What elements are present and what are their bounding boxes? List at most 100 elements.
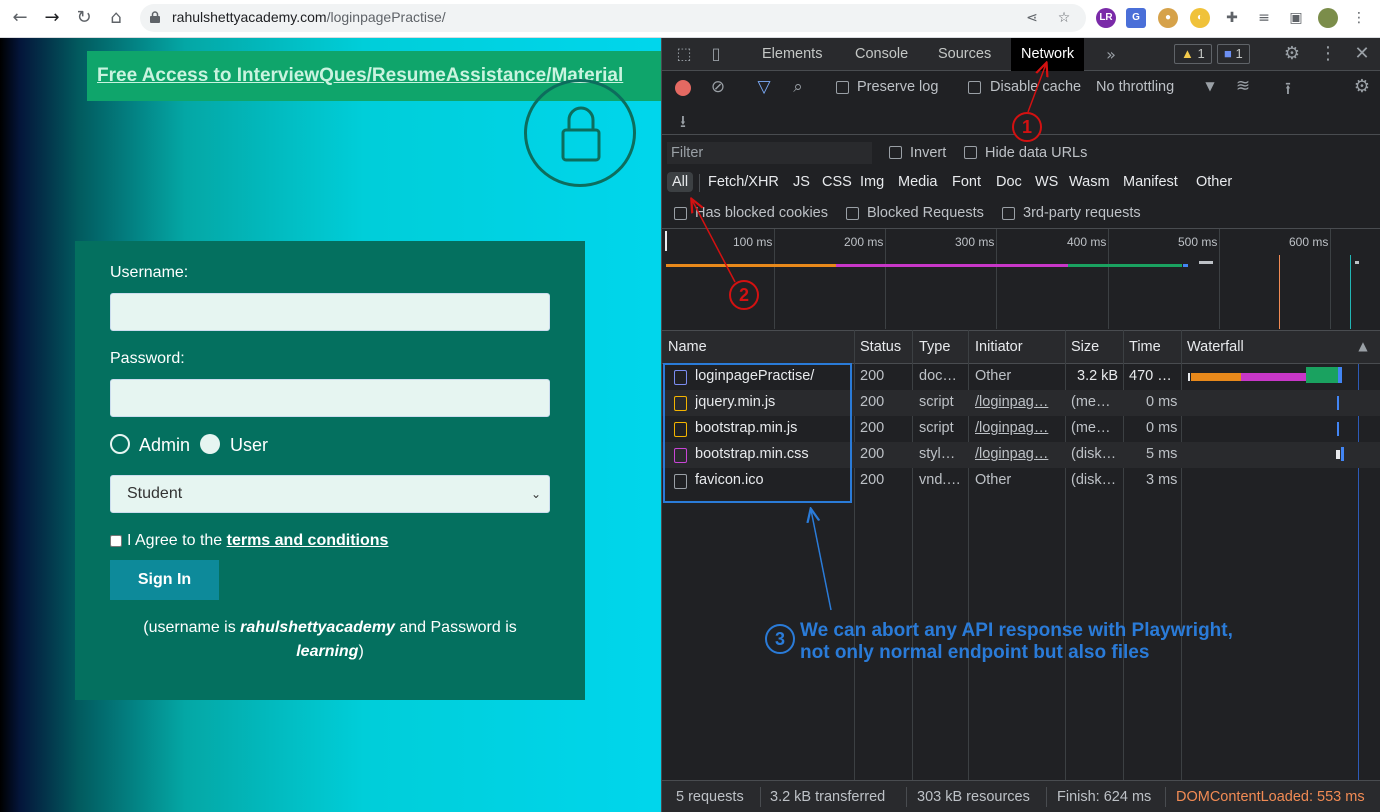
terms-link[interactable]: terms and conditions [227,532,389,549]
menu-kebab-icon[interactable]: ⋮ [1350,9,1368,27]
blocked-cookies-checkbox[interactable] [674,207,687,220]
profile-avatar[interactable] [1318,8,1338,28]
blocked-requests-checkbox[interactable] [846,207,859,220]
requests-table-header: Name Status Type Initiator Size Time Wat… [662,330,1380,364]
radio-user[interactable] [200,434,220,454]
filter-img[interactable]: Img [860,174,884,190]
filter-fetch-xhr[interactable]: Fetch/XHR [708,174,779,190]
extension-icon[interactable]: ◐ [1190,8,1210,28]
clear-icon[interactable]: ⊘ [708,77,728,97]
status-divider [1165,787,1166,807]
inspect-element-icon[interactable]: ⬚ [674,44,694,63]
hide-data-urls-checkbox[interactable] [964,146,977,159]
waterfall-bar [1188,373,1190,381]
disable-cache-checkbox[interactable] [968,81,981,94]
filter-input[interactable]: Filter [667,142,872,164]
timeline-overview[interactable]: 100 ms 200 ms 300 ms 400 ms 500 ms 600 m… [662,228,1380,330]
password-label: Password: [110,350,185,367]
more-tabs-icon[interactable]: » [1102,45,1120,64]
record-icon[interactable] [675,80,691,96]
throttling-dropdown-icon[interactable]: ▼ [1203,79,1217,93]
step-3-marker: 3 [765,624,795,654]
table-row[interactable]: bootstrap.min.css 200 styl… /loginpag… (… [662,442,1380,468]
network-settings-icon[interactable]: ⚙ [1352,76,1372,97]
col-waterfall[interactable]: Waterfall [1187,339,1244,355]
side-panel-icon[interactable]: ▣ [1287,9,1305,27]
warnings-badge[interactable]: ▲ 1 [1174,44,1212,64]
request-initiator[interactable]: /loginpag… [975,394,1061,410]
device-toolbar-icon[interactable]: ▯ [706,44,726,63]
role-select[interactable]: Student ⌄ [110,475,550,513]
filter-js[interactable]: JS [793,174,810,190]
request-initiator[interactable]: /loginpag… [975,446,1061,462]
messages-badge[interactable]: ■ 1 [1217,44,1250,64]
address-bar[interactable]: rahulshettyacademy.com/loginpagePractise… [140,4,1086,32]
network-status-bar: 5 requests 3.2 kB transferred 303 kB res… [662,780,1380,812]
filter-media[interactable]: Media [898,174,938,190]
filter-css[interactable]: CSS [822,174,852,190]
tab-console[interactable]: Console [845,38,918,71]
forward-icon[interactable]: → [42,8,62,28]
status-divider [906,787,907,807]
request-name: loginpagePractise/ [695,368,815,384]
table-row[interactable]: bootstrap.min.js 200 script /loginpag… (… [662,416,1380,442]
request-type: script [919,420,954,436]
col-type[interactable]: Type [919,339,950,355]
close-icon[interactable]: ✕ [1352,43,1372,64]
filter-manifest[interactable]: Manifest [1123,174,1178,190]
filter-doc[interactable]: Doc [996,174,1022,190]
tick-100ms: 100 ms [733,235,773,249]
devtools-menu-icon[interactable]: ⋮ [1318,43,1338,64]
media-queue-icon[interactable]: ≡ [1255,9,1273,27]
warning-icon: ▲ [1181,46,1194,61]
waterfall-bar [1306,367,1338,383]
puzzle-icon[interactable]: ✚ [1223,9,1241,27]
username-input[interactable] [110,293,550,331]
reload-icon[interactable]: ↻ [74,8,94,28]
filter-font[interactable]: Font [952,174,981,190]
extension-lr-icon[interactable]: LR [1096,8,1116,28]
preserve-log-checkbox[interactable] [836,81,849,94]
chevron-down-icon: ⌄ [530,487,541,501]
tick-600ms: 600 ms [1289,235,1329,249]
filter-ws[interactable]: WS [1035,174,1058,190]
table-row[interactable]: jquery.min.js 200 script /loginpag… (me…… [662,390,1380,416]
col-initiator[interactable]: Initiator [975,339,1023,355]
table-row[interactable]: loginpagePractise/ 200 doc… Other 3.2 kB… [662,364,1380,390]
search-icon[interactable]: ⌕ [788,77,808,97]
col-status[interactable]: Status [860,339,901,355]
throttling-select[interactable]: No throttling [1096,79,1174,95]
filter-icon[interactable]: ▽ [754,77,774,97]
request-initiator[interactable]: /loginpag… [975,420,1061,436]
network-conditions-icon[interactable]: ≋ [1232,76,1254,96]
settings-gear-icon[interactable]: ⚙ [1282,43,1302,64]
google-translate-icon[interactable]: G [1126,8,1146,28]
third-party-checkbox[interactable] [1002,207,1015,220]
tab-sources[interactable]: Sources [928,38,1001,71]
home-icon[interactable]: ⌂ [106,8,126,28]
radio-admin[interactable] [110,434,130,454]
import-har-icon[interactable]: ⭱ [1278,76,1298,105]
filter-all[interactable]: All [667,172,694,192]
devtools-panel: ⬚ ▯ Elements Console Sources Network » ▲… [661,38,1380,812]
request-type: styl… [919,446,956,462]
col-time[interactable]: Time [1129,339,1161,355]
col-size[interactable]: Size [1071,339,1099,355]
invert-checkbox[interactable] [889,146,902,159]
sort-up-icon[interactable]: ▲ [1356,339,1370,353]
bookmark-star-icon[interactable]: ☆ [1055,9,1073,27]
back-icon[interactable]: ← [10,8,30,28]
export-har-icon[interactable]: ⭳ [673,109,693,138]
status-resources: 303 kB resources [917,789,1030,805]
filter-other[interactable]: Other [1196,174,1232,190]
password-input[interactable] [110,379,550,417]
tab-network[interactable]: Network [1011,38,1085,71]
col-name[interactable]: Name [668,339,707,355]
filter-wasm[interactable]: Wasm [1069,174,1110,190]
share-icon[interactable]: ⋖ [1023,9,1041,27]
terms-checkbox[interactable] [110,535,122,547]
table-row[interactable]: favicon.ico 200 vnd.… Other (disk… 3 ms [662,468,1380,494]
cookie-icon[interactable]: ● [1158,8,1178,28]
sign-in-button[interactable]: Sign In [110,560,219,600]
tab-elements[interactable]: Elements [752,38,832,71]
